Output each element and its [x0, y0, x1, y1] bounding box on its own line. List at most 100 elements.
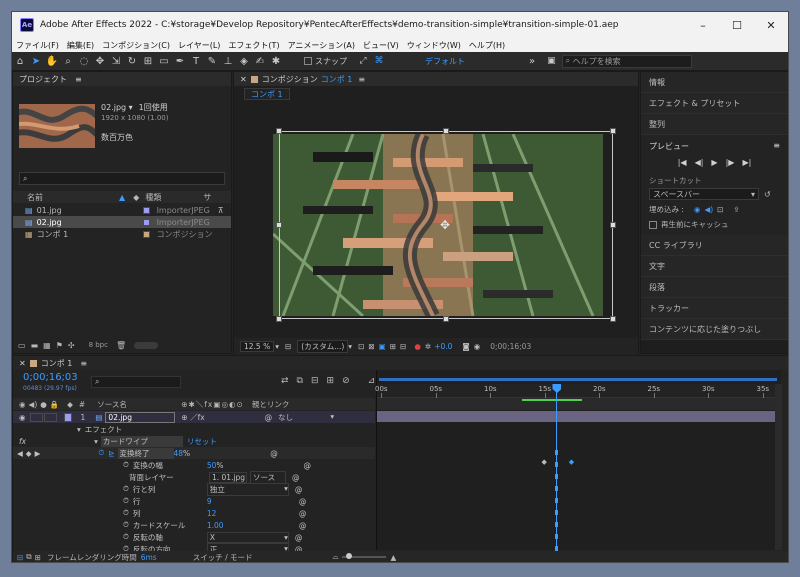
region-of-interest-icon[interactable]: ⊡ — [358, 342, 364, 351]
col-type[interactable]: 種類 — [145, 192, 203, 203]
export-icon[interactable]: ⇪ — [733, 205, 739, 214]
property-value[interactable]: 48 — [174, 449, 184, 458]
audio-icon[interactable]: ◀) — [29, 400, 38, 409]
time-graph[interactable]: 00s 05s 10s 15s 20s 25s 30s 35s ◆ ◆ — [375, 370, 782, 551]
panel-menu-icon[interactable]: ≡ — [358, 75, 365, 84]
next-keyframe-icon[interactable]: ▶ — [35, 449, 41, 458]
property-row[interactable]: ⏱ 変換の幅 50 % @ — [13, 459, 375, 471]
timeline-tab[interactable]: コンポ 1 — [41, 358, 73, 369]
prev-frame-icon[interactable]: ◀| — [695, 158, 704, 167]
switches-toggle-icon[interactable]: ⊞ — [35, 553, 41, 562]
home-icon[interactable]: ⌂ — [12, 56, 28, 67]
pickwhip-icon[interactable]: @ — [299, 509, 307, 518]
project-item-selected[interactable]: ▤ 02.jpg ImporterJPEG — [13, 216, 231, 228]
transform-handle[interactable] — [610, 316, 616, 322]
eraser-tool-icon[interactable]: ◈ — [236, 56, 252, 67]
label-color[interactable] — [142, 206, 150, 214]
transform-handle[interactable] — [610, 222, 616, 228]
panel-menu-icon[interactable]: ≡ — [773, 141, 780, 152]
footage-name[interactable]: 02.jpg ▾ — [101, 103, 133, 112]
pen-tool-icon[interactable]: ✒ — [172, 56, 188, 67]
minimize-button[interactable]: – — [686, 12, 720, 38]
hand-tool-icon[interactable]: ✋ — [44, 56, 60, 67]
transform-handle[interactable] — [276, 316, 282, 322]
add-keyframe-icon[interactable]: ◆ — [26, 449, 32, 458]
snap-target-icon[interactable]: ⌘ — [371, 56, 387, 66]
property-value[interactable]: 50 — [207, 461, 217, 470]
close-button[interactable]: ✕ — [754, 12, 788, 38]
resolution-dropdown[interactable]: (カスタム...) — [297, 339, 349, 353]
parent-pickwhip-icon[interactable]: @ — [265, 413, 273, 422]
rows-columns-dropdown[interactable]: 独立 ▾ — [206, 482, 289, 496]
draft-3d-icon[interactable]: ⧉ — [297, 376, 303, 386]
project-search-field[interactable]: ⌕ — [19, 172, 225, 185]
work-area-range[interactable] — [379, 378, 777, 381]
timeline-zoom-slider[interactable] — [342, 553, 387, 559]
prev-keyframe-icon[interactable]: ◀ — [17, 449, 23, 458]
label-color[interactable] — [142, 218, 150, 226]
lock-icon[interactable] — [250, 75, 258, 83]
stopwatch-icon[interactable]: ⏱ — [123, 532, 129, 542]
pickwhip-icon[interactable]: @ — [304, 461, 312, 470]
panel-menu-icon[interactable]: ≡ — [75, 75, 82, 84]
label-color[interactable] — [142, 230, 150, 238]
shortcut-dropdown[interactable]: スペースバー ▾ — [649, 188, 759, 200]
workspace-default[interactable]: デフォルト — [425, 56, 465, 67]
property-value[interactable]: 9 — [207, 497, 293, 506]
project-item[interactable]: ▤ 01.jpg ImporterJPEG ⊼ — [13, 204, 231, 216]
fx-icon[interactable]: fx — [19, 437, 26, 446]
include-overlays-icon[interactable]: ⊡ — [717, 205, 723, 214]
stopwatch-icon[interactable]: ⏱ — [123, 520, 129, 530]
tracker-panel-tab[interactable]: トラッカー — [641, 298, 788, 319]
transform-handle[interactable] — [443, 128, 449, 134]
stopwatch-icon[interactable]: ⏱ — [123, 508, 129, 518]
fit-icon[interactable]: ⊟ — [285, 342, 291, 351]
new-folder-icon[interactable]: ▬ — [31, 341, 39, 350]
rotate-tool-icon[interactable]: ↻ — [124, 56, 140, 67]
col-parent[interactable]: 親とリンク — [252, 399, 290, 410]
more-workspaces-icon[interactable]: » — [529, 56, 535, 67]
time-ruler[interactable]: 00s 05s 10s 15s 20s 25s 30s 35s — [375, 384, 782, 398]
keyframe-marker[interactable]: ◆ — [569, 458, 574, 466]
visibility-icon[interactable]: ◉ — [19, 400, 26, 409]
chevron-down-icon[interactable]: ▾ — [348, 342, 352, 351]
cc-libraries-panel-tab[interactable]: CC ライブラリ — [641, 235, 788, 256]
selection-tool-icon[interactable]: ➤ — [28, 56, 44, 67]
grid-icon[interactable]: ⊞ — [390, 342, 396, 351]
property-row[interactable]: ◀ ◆ ▶ ⏱ ⊵ 変換終了 48 % @ — [13, 447, 375, 459]
switches-icons[interactable]: ⊕✱＼fx▣◎◐⊙ — [181, 399, 244, 410]
pickwhip-icon[interactable]: @ — [295, 485, 303, 494]
orbit-tool-icon[interactable]: ◌ — [76, 56, 92, 67]
effects-group-row[interactable]: ▾ エフェクト — [13, 423, 375, 435]
new-composition-icon[interactable]: ▦ — [43, 341, 51, 350]
bpc-label[interactable]: 8 bpc — [89, 341, 108, 349]
layer-label-color[interactable] — [63, 412, 72, 422]
switch-box[interactable] — [43, 412, 57, 422]
pickwhip-icon[interactable]: @ — [292, 473, 300, 482]
snap-checkbox[interactable] — [304, 57, 312, 65]
next-frame-icon[interactable]: |▶ — [726, 158, 735, 167]
transform-handle[interactable] — [276, 128, 282, 134]
menu-animation[interactable]: アニメーション(A) — [284, 40, 359, 51]
background-layer-dropdown[interactable]: 1. 01.jpg — [209, 471, 247, 483]
align-panel-tab[interactable]: 整列 — [641, 114, 788, 135]
effects-presets-panel-tab[interactable]: エフェクト & プリセット — [641, 93, 788, 114]
col-name[interactable]: 名前 — [27, 192, 127, 203]
dolly-tool-icon[interactable]: ⇲ — [108, 56, 124, 67]
solo-icon[interactable]: ● — [40, 400, 47, 409]
visibility-icon[interactable]: ◉ — [19, 413, 26, 422]
stamp-tool-icon[interactable]: ⊥ — [220, 56, 236, 67]
exposure-reset-icon[interactable]: ✲ — [425, 342, 431, 351]
effect-name[interactable]: カードワイプ — [100, 435, 183, 447]
property-value[interactable]: 12 — [207, 509, 293, 518]
shy-icon[interactable]: ⊟ — [311, 376, 319, 386]
motion-blur-icon[interactable]: ⊘ — [342, 376, 350, 386]
menu-view[interactable]: ビュー(V) — [359, 40, 403, 51]
effect-row[interactable]: fx ▾ カードワイプ リセット — [13, 435, 375, 447]
panel-menu-icon[interactable]: ≡ — [80, 359, 87, 368]
sync-icon[interactable]: ▣ — [547, 56, 556, 66]
parent-dropdown[interactable]: なし ▾ — [278, 412, 334, 423]
property-row[interactable]: ⏱ 列 12 @ — [13, 507, 375, 519]
cache-checkbox[interactable] — [649, 220, 657, 229]
menu-composition[interactable]: コンポジション(C) — [98, 40, 174, 51]
